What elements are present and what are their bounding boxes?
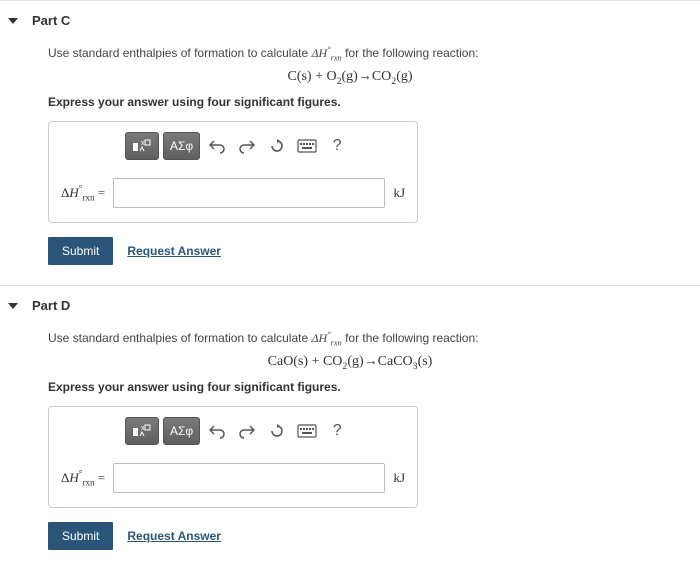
part-d-header[interactable]: Part D: [0, 286, 700, 325]
template-button[interactable]: x: [125, 417, 159, 445]
answer-input[interactable]: [113, 463, 385, 493]
part-c-section: Part C Use standard enthalpies of format…: [0, 0, 700, 285]
instruction-suffix: for the following reaction:: [342, 331, 479, 345]
unit-label: kJ: [393, 185, 405, 201]
part-d-instruction: Use standard enthalpies of formation to …: [48, 329, 652, 348]
part-c-equation: C(s) + O2(g)→CO2(g): [48, 69, 652, 85]
undo-icon: [209, 423, 225, 439]
unit-label: kJ: [393, 470, 405, 486]
redo-button[interactable]: [234, 132, 260, 160]
part-c-body: Use standard enthalpies of formation to …: [0, 40, 700, 285]
part-c-instruction: Use standard enthalpies of formation to …: [48, 44, 652, 63]
help-button[interactable]: ?: [324, 417, 350, 445]
undo-icon: [209, 138, 225, 154]
delta-h-symbol: ΔH°rxn: [311, 331, 341, 345]
toolbar: x ΑΣφ ?: [49, 407, 417, 453]
action-row: Submit Request Answer: [48, 522, 652, 550]
instruction-prefix: Use standard enthalpies of formation to …: [48, 46, 311, 60]
variable-label: ΔH°rxn =: [61, 185, 105, 201]
submit-button[interactable]: Submit: [48, 237, 113, 265]
part-c-title: Part C: [32, 13, 70, 28]
redo-icon: [239, 138, 255, 154]
keyboard-button[interactable]: [294, 417, 320, 445]
input-row: ΔH°rxn = kJ: [49, 453, 417, 507]
help-button[interactable]: ?: [324, 132, 350, 160]
caret-down-icon: [8, 18, 18, 24]
svg-text:x: x: [141, 140, 145, 147]
part-d-sigfig: Express your answer using four significa…: [48, 380, 652, 394]
part-d-title: Part D: [32, 298, 70, 313]
part-d-equation: CaO(s) + CO2(g)→CaCO3(s): [48, 354, 652, 370]
template-icon: x: [132, 423, 152, 439]
greek-button[interactable]: ΑΣφ: [163, 132, 200, 160]
request-answer-link[interactable]: Request Answer: [127, 244, 221, 258]
keyboard-icon: [297, 424, 317, 438]
keyboard-icon: [297, 139, 317, 153]
reset-button[interactable]: [264, 132, 290, 160]
delta-h-symbol: ΔH°rxn: [311, 46, 341, 60]
reset-icon: [269, 423, 285, 439]
reset-button[interactable]: [264, 417, 290, 445]
svg-text:x: x: [141, 425, 145, 432]
redo-icon: [239, 423, 255, 439]
undo-button[interactable]: [204, 417, 230, 445]
part-c-answer-box: x ΑΣφ ? ΔH°rxn = kJ: [48, 121, 418, 223]
submit-button[interactable]: Submit: [48, 522, 113, 550]
undo-button[interactable]: [204, 132, 230, 160]
part-c-header[interactable]: Part C: [0, 1, 700, 40]
part-d-answer-box: x ΑΣφ ? ΔH°rxn = kJ: [48, 406, 418, 508]
part-d-body: Use standard enthalpies of formation to …: [0, 325, 700, 570]
variable-label: ΔH°rxn =: [61, 470, 105, 486]
reset-icon: [269, 138, 285, 154]
instruction-suffix: for the following reaction:: [342, 46, 479, 60]
caret-down-icon: [8, 303, 18, 309]
redo-button[interactable]: [234, 417, 260, 445]
part-c-sigfig: Express your answer using four significa…: [48, 95, 652, 109]
template-icon: x: [132, 138, 152, 154]
template-button[interactable]: x: [125, 132, 159, 160]
request-answer-link[interactable]: Request Answer: [127, 529, 221, 543]
action-row: Submit Request Answer: [48, 237, 652, 265]
keyboard-button[interactable]: [294, 132, 320, 160]
answer-input[interactable]: [113, 178, 385, 208]
part-d-section: Part D Use standard enthalpies of format…: [0, 285, 700, 570]
greek-button[interactable]: ΑΣφ: [163, 417, 200, 445]
toolbar: x ΑΣφ ?: [49, 122, 417, 168]
input-row: ΔH°rxn = kJ: [49, 168, 417, 222]
instruction-prefix: Use standard enthalpies of formation to …: [48, 331, 311, 345]
